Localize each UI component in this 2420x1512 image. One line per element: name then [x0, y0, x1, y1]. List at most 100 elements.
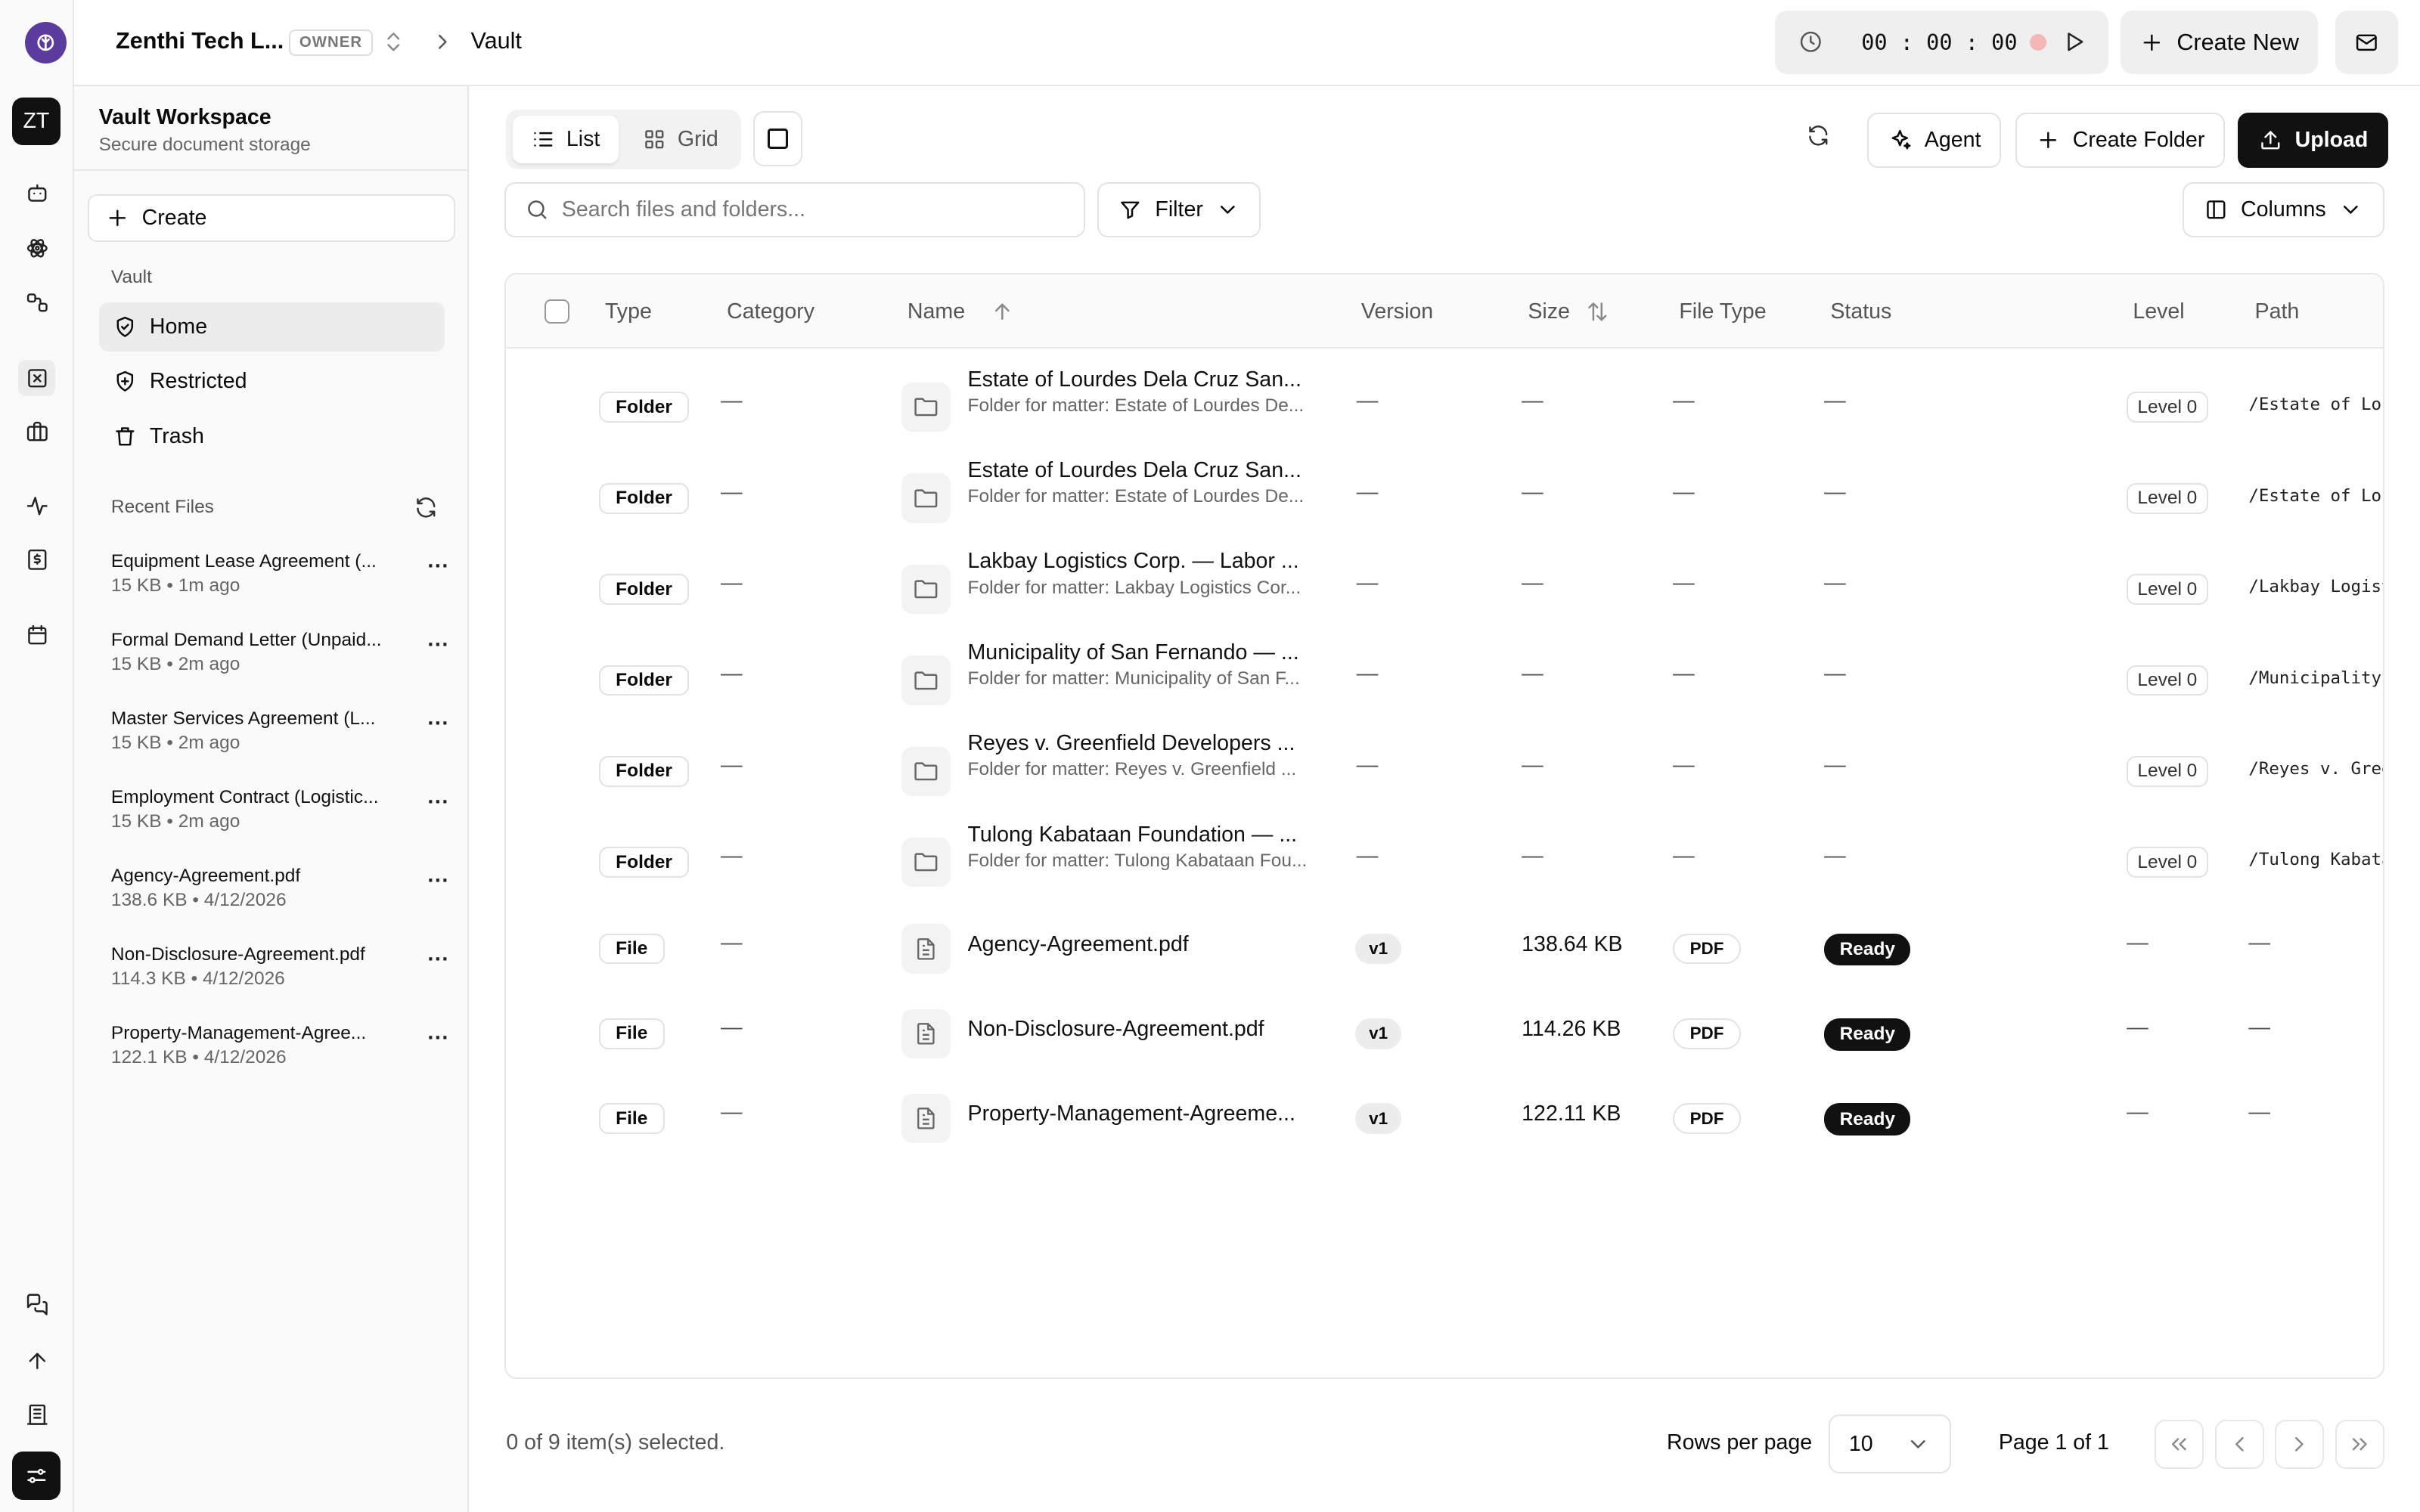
table-row[interactable]: Folder — Estate of Lourdes Dela Cruz San…	[506, 452, 2383, 541]
column-name-header[interactable]: Name	[908, 299, 1014, 324]
refresh-icon[interactable]	[414, 495, 439, 520]
more-icon[interactable]: ···	[427, 1026, 449, 1051]
chevron-left-icon	[2227, 1432, 2252, 1457]
name-cell: Property-Management-Agreeme...	[968, 1101, 1333, 1126]
briefcase-icon[interactable]	[18, 414, 55, 451]
create-folder-button[interactable]: Create Folder	[2015, 112, 2225, 169]
billing-icon[interactable]	[18, 541, 55, 578]
file-type-cell: —	[1673, 662, 1695, 686]
table-row[interactable]: Folder — Reyes v. Greenfield Developers …	[506, 725, 2383, 814]
item-name[interactable]: Reyes v. Greenfield Developers ...	[968, 731, 1333, 756]
more-icon[interactable]: ···	[427, 711, 449, 736]
item-name[interactable]: Tulong Kabataan Foundation — ...	[968, 823, 1333, 847]
status-cell: —	[1824, 844, 1846, 869]
chevrons-up-down-icon[interactable]	[381, 29, 406, 54]
breadcrumb-vault[interactable]: Vault	[470, 28, 522, 54]
table-row[interactable]: File — Agency-Agreement.pdf v1 138.64 KB…	[506, 907, 2383, 992]
agent-button[interactable]: Agent	[1867, 112, 2001, 169]
messages-icon[interactable]	[18, 1287, 55, 1324]
arrow-up-icon[interactable]	[18, 1342, 55, 1379]
agent-label: Agent	[1924, 128, 1981, 153]
org-logo-icon[interactable]	[24, 21, 67, 64]
recent-file-item[interactable]: Non-Disclosure-Agreement.pdf 114.3 KB • 4…	[111, 944, 451, 996]
column-version[interactable]: Version	[1361, 299, 1433, 324]
item-name[interactable]: Agency-Agreement.pdf	[968, 932, 1333, 957]
recent-file-item[interactable]: Employment Contract (Logistic... 15 KB • …	[111, 787, 451, 839]
record-indicator[interactable]	[2029, 33, 2047, 51]
filter-button[interactable]: Filter	[1097, 181, 1261, 238]
activity-icon[interactable]	[18, 488, 55, 525]
item-name[interactable]: Municipality of San Fernando — ...	[968, 640, 1333, 665]
select-all-checkbox[interactable]	[544, 299, 569, 324]
recent-file-item[interactable]: Property-Management-Agree... 122.1 KB • 4…	[111, 1023, 451, 1075]
table-row[interactable]: Folder — Municipality of San Fernando — …	[506, 634, 2383, 723]
file-type-cell: —	[1673, 844, 1695, 869]
column-size-header[interactable]: Size	[1528, 299, 1610, 324]
table-row[interactable]: Folder — Tulong Kabataan Foundation — ..…	[506, 816, 2383, 906]
recent-file-item[interactable]: Agency-Agreement.pdf 138.6 KB • 4/12/2026…	[111, 866, 451, 918]
column-category[interactable]: Category	[727, 299, 814, 324]
sidebar-item-trash[interactable]: Trash	[99, 412, 445, 461]
grid-view-button[interactable]: Grid	[623, 116, 737, 163]
main-content: List Grid Agent Create Folder Upload Sea…	[469, 86, 2420, 1512]
select-mode-button[interactable]	[752, 110, 803, 167]
mail-button[interactable]	[2335, 11, 2399, 74]
item-name[interactable]: Property-Management-Agreeme...	[968, 1101, 1333, 1126]
table-row[interactable]: File — Non-Disclosure-Agreement.pdf v1 1…	[506, 992, 2383, 1077]
next-page-button[interactable]	[2275, 1419, 2325, 1469]
workspace-avatar[interactable]: ZT	[12, 97, 60, 145]
atom-icon[interactable]	[18, 230, 55, 267]
search-input[interactable]	[561, 197, 1056, 223]
size-cell: —	[1522, 389, 1544, 414]
more-icon[interactable]: ···	[427, 790, 449, 815]
last-page-button[interactable]	[2335, 1419, 2384, 1469]
item-name[interactable]: Estate of Lourdes Dela Cruz San...	[968, 367, 1333, 392]
recent-file-item[interactable]: Formal Demand Letter (Unpaid... 15 KB • 2…	[111, 630, 451, 682]
vault-icon[interactable]	[18, 359, 56, 397]
sidebar-item-restricted[interactable]: Restricted	[99, 356, 445, 405]
recent-file-item[interactable]: Equipment Lease Agreement (... 15 KB • 1m…	[111, 551, 451, 603]
first-page-button[interactable]	[2154, 1419, 2204, 1469]
more-icon[interactable]: ···	[427, 554, 449, 579]
settings-sliders-icon[interactable]	[12, 1452, 60, 1500]
table-row[interactable]: Folder — Estate of Lourdes Dela Cruz San…	[506, 361, 2383, 450]
create-new-button[interactable]: Create New	[2121, 11, 2319, 74]
list-view-button[interactable]: List	[512, 116, 619, 164]
rows-per-page-select[interactable]: 10	[1829, 1414, 1951, 1473]
play-icon[interactable]	[2062, 29, 2086, 54]
recent-file-item[interactable]: Master Services Agreement (L... 15 KB • 2…	[111, 708, 451, 761]
version-cell: —	[1356, 844, 1379, 869]
item-name[interactable]: Non-Disclosure-Agreement.pdf	[968, 1017, 1333, 1042]
file-type-badge: PDF	[1673, 1103, 1741, 1134]
sidebar-item-home[interactable]: Home	[98, 302, 445, 352]
column-level[interactable]: Level	[2133, 299, 2184, 324]
item-description: Folder for matter: Estate of Lourdes De.…	[967, 395, 1305, 416]
path-cell: /Estate of Lourdes	[2248, 485, 2383, 506]
item-name[interactable]: Estate of Lourdes Dela Cruz San...	[968, 458, 1333, 483]
workflow-icon[interactable]	[18, 284, 55, 321]
upload-button[interactable]: Upload	[2238, 112, 2388, 169]
table-row[interactable]: Folder — Lakbay Logistics Corp. — Labor …	[506, 543, 2383, 632]
more-icon[interactable]: ···	[427, 633, 449, 658]
previous-page-button[interactable]	[2214, 1419, 2264, 1469]
org-name[interactable]: Zenthi Tech L...	[116, 28, 284, 54]
refresh-icon[interactable]	[1806, 123, 1831, 148]
table-row[interactable]: File — Property-Management-Agreeme... v1…	[506, 1077, 2383, 1161]
path-cell: /Reyes v. Greenfield	[2248, 759, 2383, 779]
column-file-type[interactable]: File Type	[1679, 299, 1766, 324]
size-cell: —	[1522, 571, 1544, 596]
more-icon[interactable]: ···	[427, 947, 449, 972]
name-cell: Non-Disclosure-Agreement.pdf	[968, 1017, 1333, 1042]
create-button[interactable]: Create	[88, 194, 456, 243]
column-status[interactable]: Status	[1830, 299, 1891, 324]
columns-button[interactable]: Columns	[2182, 181, 2385, 238]
calendar-icon[interactable]	[18, 617, 55, 654]
column-path[interactable]: Path	[2255, 299, 2300, 324]
sparkles-icon	[1888, 128, 1913, 153]
assistant-icon[interactable]	[18, 176, 55, 213]
item-name[interactable]: Lakbay Logistics Corp. — Labor ...	[968, 549, 1333, 574]
column-type[interactable]: Type	[605, 299, 652, 324]
recent-file-meta: 114.3 KB • 4/12/2026	[110, 968, 285, 990]
building-icon[interactable]	[18, 1396, 55, 1433]
more-icon[interactable]: ···	[427, 869, 449, 894]
